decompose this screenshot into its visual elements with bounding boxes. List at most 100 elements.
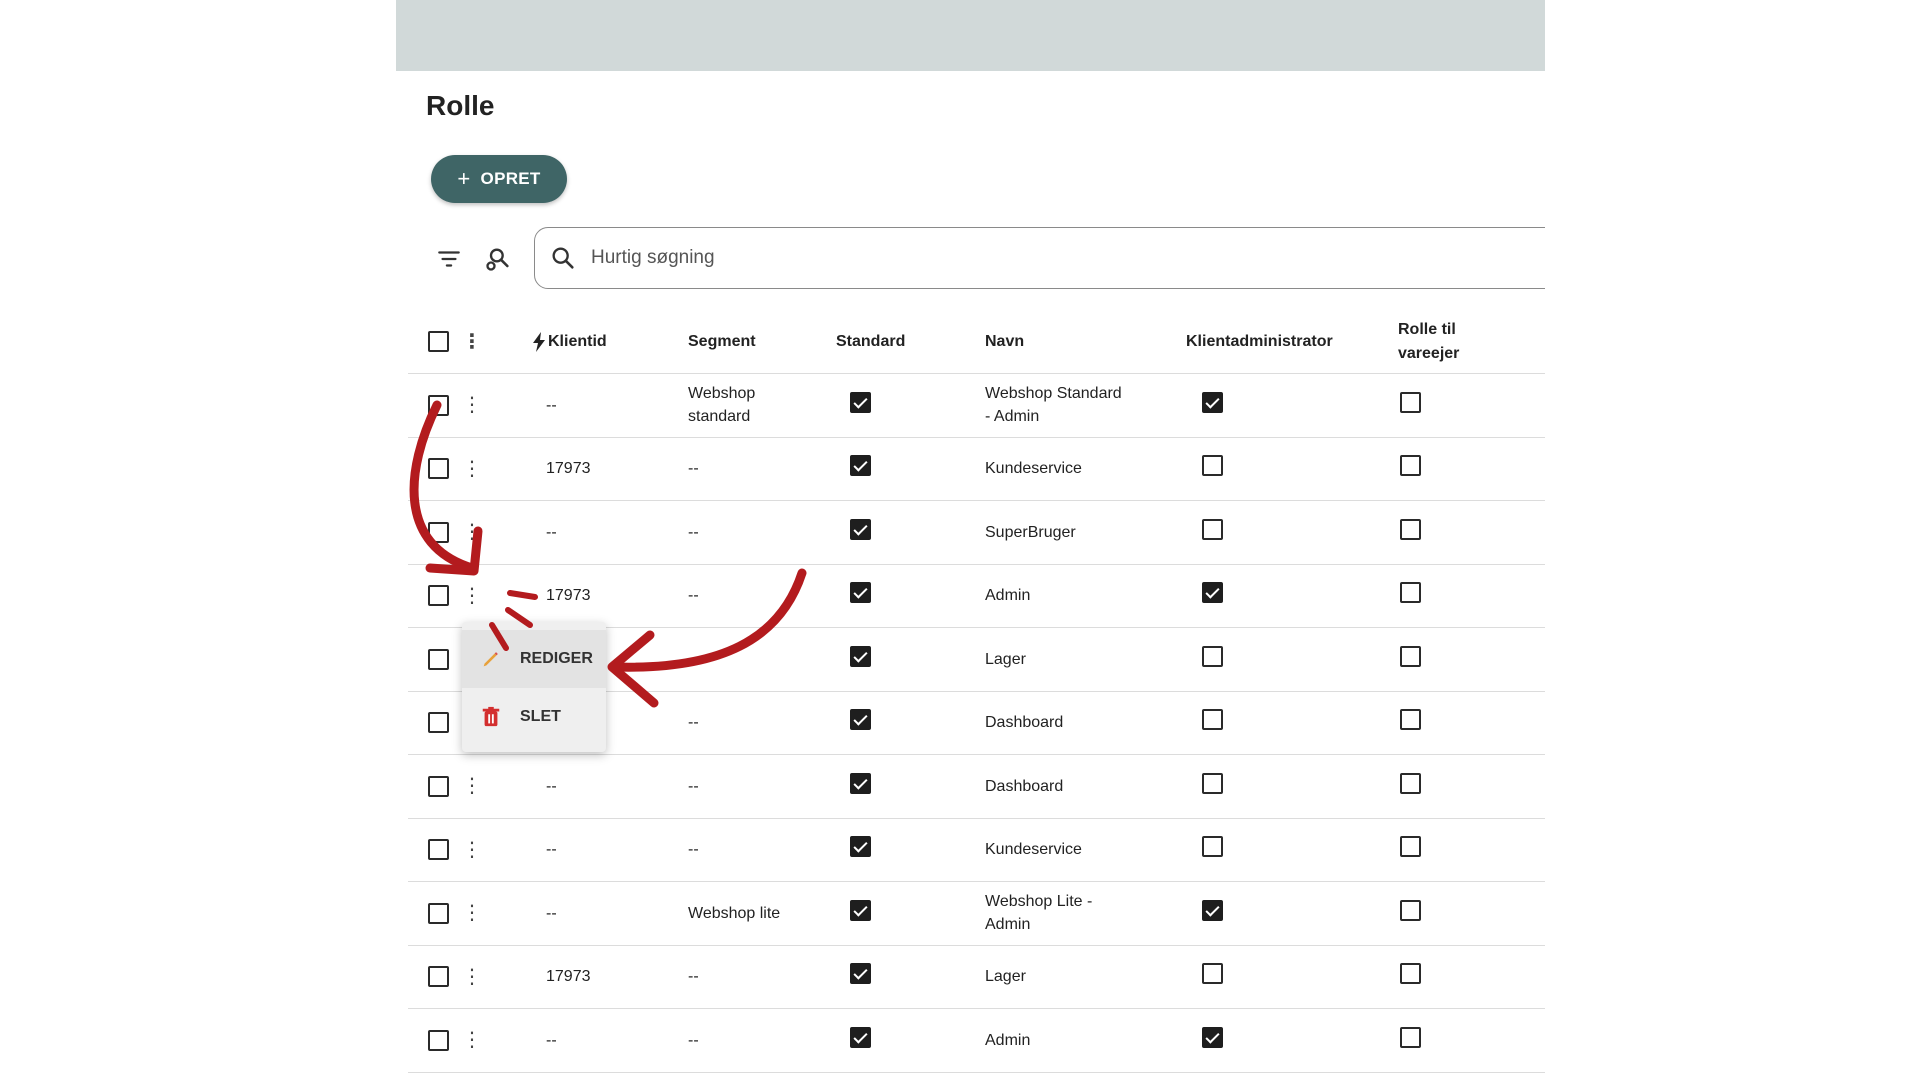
rolle-til-vareejer-checkbox[interactable] (1400, 772, 1421, 794)
row-select-checkbox[interactable] (428, 966, 449, 988)
lightning-icon (533, 331, 545, 352)
row-select-checkbox[interactable] (428, 394, 449, 416)
search-input[interactable] (591, 247, 1491, 269)
row-select-checkbox[interactable] (428, 775, 449, 797)
standard-checkbox[interactable] (850, 645, 871, 667)
edit-menu-label: REDIGER (520, 650, 593, 667)
rolle-til-vareejer-checkbox[interactable] (1400, 518, 1421, 540)
row-select-checkbox[interactable] (428, 585, 449, 607)
cell-segment: -- (688, 841, 699, 859)
row-menu-icon[interactable] (462, 1030, 482, 1050)
standard-checkbox[interactable] (850, 455, 871, 477)
row-select-checkbox[interactable] (428, 458, 449, 480)
row-menu-icon[interactable] (462, 776, 482, 796)
pencil-icon (483, 652, 498, 667)
row-select-checkbox[interactable] (428, 648, 449, 670)
column-header-klientadministrator[interactable]: Klientadministrator (1186, 330, 1333, 353)
row-select-checkbox[interactable] (428, 902, 449, 924)
search-icon (552, 247, 574, 269)
cell-navn-line2: - Admin (985, 408, 1040, 426)
row-menu-icon[interactable] (462, 522, 482, 542)
klientadministrator-checkbox[interactable] (1202, 455, 1223, 477)
create-button-label: OPRET (480, 169, 541, 188)
row-select-checkbox[interactable] (428, 521, 449, 543)
table-row[interactable]: -- -- SuperBruger (408, 501, 1545, 565)
klientadministrator-checkbox[interactable] (1202, 963, 1223, 985)
cell-segment: Webshop (688, 385, 756, 403)
row-select-checkbox[interactable] (428, 839, 449, 861)
cell-segment-line2: standard (688, 408, 751, 426)
select-all-checkbox[interactable] (428, 331, 449, 352)
cell-navn: Admin (985, 587, 1031, 605)
standard-checkbox[interactable] (850, 709, 871, 731)
standard-checkbox[interactable] (850, 391, 871, 413)
edit-menu-item[interactable]: REDIGER (462, 630, 606, 688)
standard-checkbox[interactable] (850, 1026, 871, 1048)
row-select-checkbox[interactable] (428, 1029, 449, 1051)
table-row[interactable]: 17973 -- Lager (408, 946, 1545, 1009)
klientadministrator-checkbox[interactable] (1202, 645, 1223, 667)
standard-checkbox[interactable] (850, 899, 871, 921)
rolle-til-vareejer-checkbox[interactable] (1400, 709, 1421, 731)
row-context-menu: REDIGER SLET (462, 622, 606, 752)
cell-klientid: -- (546, 904, 557, 922)
cell-segment: -- (688, 714, 699, 732)
table-row[interactable]: -- -- Dashboard (408, 755, 1545, 819)
cell-klientid: -- (546, 777, 557, 795)
cell-klientid: -- (546, 841, 557, 859)
rolle-til-vareejer-checkbox[interactable] (1400, 645, 1421, 667)
row-menu-icon[interactable] (462, 903, 482, 923)
column-header-standard[interactable]: Standard (836, 330, 905, 353)
klientadministrator-checkbox[interactable] (1202, 836, 1223, 858)
row-menu-icon[interactable] (462, 840, 482, 860)
column-header-navn[interactable]: Navn (985, 330, 1024, 353)
rolle-til-vareejer-checkbox[interactable] (1400, 391, 1421, 413)
table-row[interactable]: -- Webshop lite Webshop Lite - Admin (408, 882, 1545, 946)
rolle-til-vareejer-checkbox[interactable] (1400, 582, 1421, 604)
table-row[interactable]: 17973 -- Admin (408, 565, 1545, 628)
create-button[interactable]: + OPRET (431, 155, 567, 203)
cell-segment: -- (688, 587, 699, 605)
table-row[interactable]: -- -- Admin (408, 1009, 1545, 1073)
delete-menu-item[interactable]: SLET (462, 688, 606, 746)
person-search-icon[interactable] (484, 244, 512, 274)
row-menu-icon[interactable] (462, 395, 482, 415)
cell-klientid: 17973 (546, 968, 591, 986)
klientadministrator-checkbox[interactable] (1202, 582, 1223, 604)
row-menu-icon[interactable] (462, 459, 482, 479)
column-header-klientid[interactable]: Klientid (548, 330, 607, 353)
klientadministrator-checkbox[interactable] (1202, 391, 1223, 413)
standard-checkbox[interactable] (850, 836, 871, 858)
rolle-til-vareejer-checkbox[interactable] (1400, 963, 1421, 985)
rolle-til-vareejer-checkbox[interactable] (1400, 836, 1421, 858)
header-menu-icon[interactable] (462, 332, 482, 352)
table-row[interactable]: -- -- Kundeservice (408, 819, 1545, 882)
rolle-til-vareejer-checkbox[interactable] (1400, 455, 1421, 477)
cell-navn: Lager (985, 968, 1026, 986)
top-bar (396, 0, 1545, 71)
cell-navn: Webshop Lite - (985, 893, 1093, 911)
standard-checkbox[interactable] (850, 582, 871, 604)
row-menu-icon[interactable] (462, 586, 482, 606)
row-select-checkbox[interactable] (428, 712, 449, 734)
standard-checkbox[interactable] (850, 518, 871, 540)
standard-checkbox[interactable] (850, 772, 871, 794)
cell-segment: -- (688, 1031, 699, 1049)
rolle-til-vareejer-checkbox[interactable] (1400, 1026, 1421, 1048)
column-header-rolle-til-vareejer[interactable]: Rolle til vareejer (1398, 310, 1528, 373)
roles-page: Rolle + OPRET Klientid Segment (396, 0, 1545, 1080)
rolle-til-vareejer-checkbox[interactable] (1400, 899, 1421, 921)
cell-navn: Dashboard (985, 777, 1064, 795)
filter-icon[interactable] (436, 246, 462, 272)
klientadministrator-checkbox[interactable] (1202, 709, 1223, 731)
column-header-segment[interactable]: Segment (688, 330, 756, 353)
klientadministrator-checkbox[interactable] (1202, 518, 1223, 540)
klientadministrator-checkbox[interactable] (1202, 899, 1223, 921)
klientadministrator-checkbox[interactable] (1202, 772, 1223, 794)
table-row[interactable]: -- Webshop standard Webshop Standard - Admin (408, 374, 1545, 438)
table-row[interactable]: 17973 -- Kundeservice (408, 438, 1545, 501)
row-menu-icon[interactable] (462, 967, 482, 987)
klientadministrator-checkbox[interactable] (1202, 1026, 1223, 1048)
standard-checkbox[interactable] (850, 963, 871, 985)
search-field[interactable] (534, 227, 1545, 289)
